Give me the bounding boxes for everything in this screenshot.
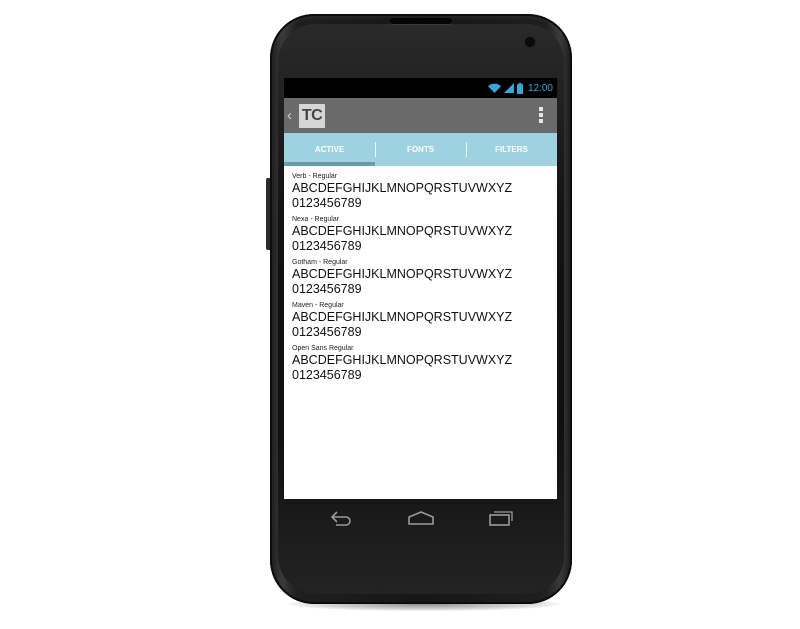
font-name: Verb - Regular	[292, 173, 338, 180]
font-name: Nexa - Regular	[292, 216, 340, 223]
navigation-bar	[290, 507, 552, 531]
font-list: Verb - Regular ABCDEFGHIJKLMNOPQRSTUVWXY…	[284, 166, 557, 383]
font-sample-digits: 0123456789	[292, 368, 362, 382]
font-sample-digits: 0123456789	[292, 196, 362, 210]
font-sample-letters: ABCDEFGHIJKLMNOPQRSTUVWXYZ	[292, 353, 513, 367]
font-name: Gotham - Regular	[292, 259, 348, 266]
list-item[interactable]: Gotham - Regular ABCDEFGHIJKLMNOPQRSTUVW…	[292, 258, 557, 297]
font-sample-digits: 0123456789	[292, 239, 362, 253]
recent-apps-icon[interactable]	[488, 509, 514, 532]
overflow-menu-icon[interactable]	[539, 107, 543, 123]
font-sample-letters: ABCDEFGHIJKLMNOPQRSTUVWXYZ	[292, 224, 513, 238]
font-name: Maven - Regular	[292, 302, 344, 309]
font-sample-digits: 0123456789	[292, 282, 362, 296]
font-sample-letters: ABCDEFGHIJKLMNOPQRSTUVWXYZ	[292, 181, 513, 195]
device-screen: 12:00 ‹ TC ACTIVE FONTS FILTERS Verb - R…	[284, 78, 557, 499]
front-camera	[524, 36, 536, 48]
list-item[interactable]: Maven - Regular ABCDEFGHIJKLMNOPQRSTUVWX…	[292, 301, 557, 340]
list-item[interactable]: Open Sans Regular ABCDEFGHIJKLMNOPQRSTUV…	[292, 344, 557, 383]
font-sample-digits: 0123456789	[292, 325, 362, 339]
signal-icon	[503, 83, 514, 93]
tab-bar: ACTIVE FONTS FILTERS	[284, 133, 557, 166]
action-bar: ‹ TC	[284, 98, 557, 133]
chevron-left-icon[interactable]: ‹	[287, 107, 295, 124]
app-logo[interactable]: TC	[299, 103, 325, 128]
tab-fonts[interactable]: FONTS	[375, 133, 466, 166]
font-sample-letters: ABCDEFGHIJKLMNOPQRSTUVWXYZ	[292, 267, 513, 281]
font-name: Open Sans Regular	[292, 345, 354, 352]
tab-active[interactable]: ACTIVE	[284, 133, 375, 166]
status-time: 12:00	[527, 82, 553, 94]
list-item[interactable]: Nexa - Regular ABCDEFGHIJKLMNOPQRSTUVWXY…	[292, 215, 557, 254]
earpiece-speaker	[390, 18, 452, 24]
list-item[interactable]: Verb - Regular ABCDEFGHIJKLMNOPQRSTUVWXY…	[292, 172, 557, 211]
battery-icon	[516, 82, 523, 94]
home-icon[interactable]	[407, 509, 435, 532]
font-sample-letters: ABCDEFGHIJKLMNOPQRSTUVWXYZ	[292, 310, 513, 324]
back-icon[interactable]	[328, 509, 354, 532]
status-bar: 12:00	[284, 78, 557, 98]
tab-filters[interactable]: FILTERS	[466, 133, 557, 166]
wifi-icon	[487, 83, 501, 93]
